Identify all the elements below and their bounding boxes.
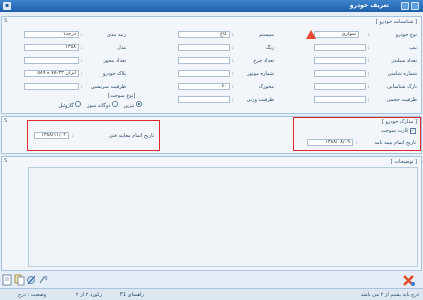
notes-textarea[interactable] xyxy=(28,167,418,267)
tip-label: تیپ xyxy=(409,45,417,51)
weight-capacity-field[interactable] xyxy=(178,96,230,103)
axle-field[interactable]: ٤٠ xyxy=(178,83,230,90)
volume-capacity-field[interactable] xyxy=(314,96,366,103)
cylinder-count-label: تعداد سیلندر xyxy=(391,58,417,64)
inspection-expiry-field[interactable]: ١٣٨٨/١١/٠٢ xyxy=(34,132,69,139)
rating-field[interactable]: درجه١ xyxy=(24,31,79,38)
system-label: سیستم xyxy=(259,32,274,38)
identification-field[interactable] xyxy=(314,83,366,90)
fuel-dual-radio[interactable] xyxy=(111,101,118,107)
fuel-card-label: کارت سوخت xyxy=(381,128,409,134)
copy-icon[interactable] xyxy=(14,274,25,286)
axle-count-label: تعداد محور xyxy=(103,58,126,64)
warning-icon xyxy=(306,30,316,39)
fuel-type-group: بنزین دوگانه سوز گازوئیل xyxy=(24,101,142,110)
vehicle-info-title: [ شناسنامه خودرو ] xyxy=(375,19,417,25)
weight-capacity-label: ظرفیت وزنی xyxy=(246,97,274,103)
cylinder-count-field[interactable] xyxy=(314,57,366,64)
model-label: مدل xyxy=(117,45,126,51)
system-field[interactable]: کاغ xyxy=(178,31,230,38)
color-field[interactable] xyxy=(178,44,230,51)
engine-number-label: شماره موتور xyxy=(247,71,274,77)
fuel-gasoline-radio[interactable] xyxy=(136,101,142,107)
volume-capacity-label: ظرفیت حجمی xyxy=(386,97,417,103)
insurance-highlight-box: ✓ کارت سوخت تاریخ اتمام بیمه نامه : ١٣٨٨… xyxy=(293,117,421,151)
vehicle-type-field[interactable]: سواری xyxy=(314,31,359,38)
insurance-expiry-label: تاریخ اتمام بیمه نامه xyxy=(374,140,416,146)
engine-number-field[interactable] xyxy=(178,70,230,77)
fuel-card-group: ✓ کارت سوخت xyxy=(381,128,416,134)
status-message: درج باید بشیم از ٢ می باشد xyxy=(360,292,419,298)
inspection-expiry-label: تاریخ اتمام معاینه فنی xyxy=(108,133,154,139)
identification-label: بارک شناسایی xyxy=(387,84,417,90)
attach-icon[interactable] xyxy=(38,274,49,286)
panel-marker: S xyxy=(4,118,8,124)
fuel-card-checkbox[interactable]: ✓ xyxy=(410,128,416,134)
edit-icon[interactable] xyxy=(26,274,37,286)
fuel-diesel-radio[interactable] xyxy=(75,101,82,107)
notes-panel: S [ توضیحات ] xyxy=(1,156,422,271)
rating-label: رتبه بندی xyxy=(106,32,126,38)
color-label: رنگ xyxy=(265,45,274,51)
passenger-capacity-field[interactable] xyxy=(24,83,79,90)
window-title: تعریف خودرو xyxy=(349,2,389,9)
wheel-count-label: تعداد چرخ xyxy=(253,58,274,64)
tip-field[interactable] xyxy=(314,44,366,51)
model-field[interactable]: ١٣٨٨ xyxy=(24,44,79,51)
wheel-count-field[interactable] xyxy=(178,57,230,64)
fuel-dual-label: دوگانه سوز xyxy=(86,103,111,109)
close-form-icon[interactable] xyxy=(411,2,419,10)
chassis-number-label: شماره شاسی xyxy=(387,71,417,77)
chassis-number-field[interactable] xyxy=(314,70,366,77)
panel-marker: S xyxy=(4,18,8,24)
fuel-gasoline-label: بنزین xyxy=(123,103,135,109)
vehicle-type-label: نوع خودرو xyxy=(395,32,417,38)
status-help: راهنمای F1 xyxy=(120,292,144,298)
license-plate-label: پلاک خودرو xyxy=(102,71,126,77)
license-plate-field[interactable]: ایران ٣٣-٧٨ ه ٥٨٩ xyxy=(24,70,79,77)
system-menu-icon[interactable]: ▪ xyxy=(3,2,11,10)
status-state: وضعیت : درج xyxy=(18,292,47,298)
fuel-diesel-label: گازوئیل xyxy=(58,103,74,109)
documents-panel: S [ مدارک خودرو ] ✓ کارت سوخت تاریخ اتما… xyxy=(1,116,422,154)
toolbar xyxy=(2,274,62,287)
delete-icon[interactable] xyxy=(402,274,416,287)
title-bar: ▪ تعریف خودرو xyxy=(0,0,423,12)
insurance-expiry-field[interactable]: ١٣٨٨/٠٨/٠٩ xyxy=(307,139,353,146)
new-icon[interactable] xyxy=(2,274,13,286)
status-bar: وضعیت : درج رکورد ٢ از ٢ راهنمای F1 درج … xyxy=(0,288,423,300)
inspection-highlight-box: ١٣٨٨/١١/٠٢ : تاریخ اتمام معاینه فنی xyxy=(27,120,160,151)
fuel-type-label: [نوع سوخت] xyxy=(108,93,136,99)
passenger-capacity-label: ظرفیت سرنشین xyxy=(90,84,126,90)
panel-marker: S xyxy=(4,158,8,164)
axle-label: محورک xyxy=(258,84,274,90)
notes-title: [ توضیحات ] xyxy=(390,159,417,165)
vehicle-info-panel: S [ شناسنامه خودرو ] نوع خودرو : سواری ت… xyxy=(1,16,422,114)
form-icon xyxy=(401,2,409,10)
status-record: رکورد ٢ از ٢ xyxy=(76,292,102,298)
axle-count-field[interactable] xyxy=(24,57,79,64)
